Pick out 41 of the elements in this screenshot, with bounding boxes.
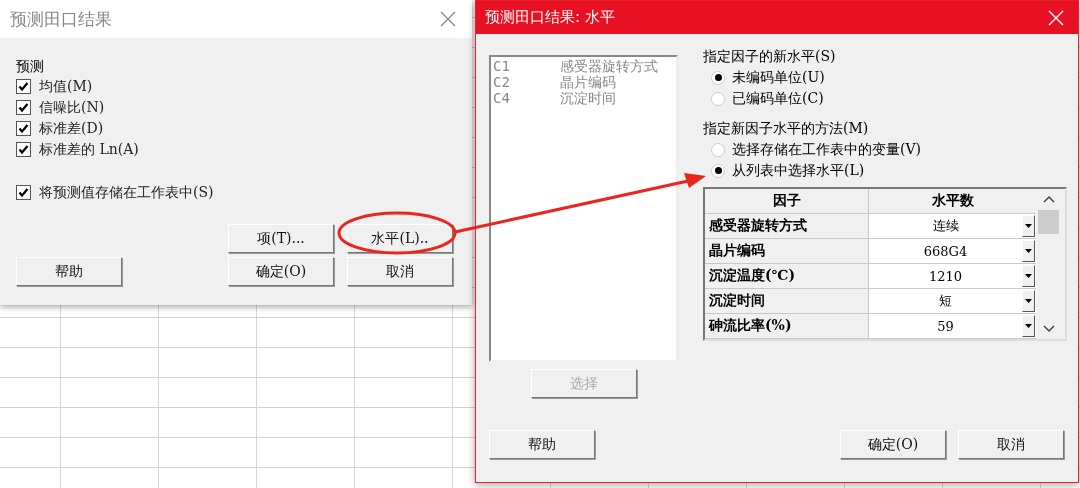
radio-button[interactable] — [711, 142, 725, 157]
level-dropdown[interactable]: 连续 — [869, 214, 1036, 238]
ok-button[interactable]: 确定(O) — [840, 430, 946, 459]
checkbox-label: 标准差(D) — [39, 119, 104, 138]
column-header: 因子 — [705, 189, 869, 213]
level-dropdown[interactable]: 短 — [869, 289, 1036, 313]
checkbox-label: 将预测值存储在工作表中(S) — [39, 183, 214, 202]
scrollbar-thumb[interactable] — [1038, 210, 1059, 234]
group-label: 指定因子的新水平(S) — [703, 47, 837, 66]
window-title: 预测田口结果: 水平 — [485, 8, 616, 27]
cancel-button[interactable]: 取消 — [958, 430, 1064, 459]
checkbox-label: 标准差的 Ln(A) — [39, 140, 139, 159]
ok-button[interactable]: 确定(O) — [228, 257, 334, 286]
radio-button[interactable] — [711, 163, 725, 178]
scroll-down-icon[interactable] — [1042, 325, 1055, 333]
checkbox[interactable] — [16, 79, 31, 94]
help-button[interactable]: 帮助 — [16, 257, 122, 286]
checkbox-label: 信噪比(N) — [39, 98, 105, 117]
group-label: 指定新因子水平的方法(M) — [703, 119, 870, 138]
checkbox[interactable] — [16, 100, 31, 115]
radio-button[interactable] — [711, 91, 725, 106]
level-dropdown[interactable]: 59 — [869, 314, 1036, 338]
checkbox[interactable] — [16, 185, 31, 200]
checkbox[interactable] — [16, 142, 31, 157]
radio-button[interactable] — [711, 70, 725, 85]
window-title: 预测田口结果 — [10, 7, 113, 31]
level-dropdown[interactable]: 668G4 — [869, 239, 1036, 263]
radio-label: 已编码单位(C) — [732, 89, 824, 108]
radio-label: 选择存储在工作表中的变量(V) — [732, 140, 922, 159]
scroll-up-icon[interactable] — [1042, 195, 1055, 203]
column-header: 水平数 — [930, 191, 975, 210]
radio-label: 从列表中选择水平(L) — [732, 161, 865, 180]
cancel-button[interactable]: 取消 — [347, 257, 453, 286]
group-label: 预测 — [16, 57, 45, 76]
checkbox[interactable] — [16, 121, 31, 136]
dialog-button[interactable]: 项(T)... — [228, 224, 334, 253]
help-button[interactable]: 帮助 — [489, 430, 595, 459]
checkbox-label: 均值(M) — [39, 77, 93, 96]
close-icon[interactable] — [440, 11, 456, 27]
level-dropdown[interactable]: 1210 — [869, 264, 1036, 288]
radio-label: 未编码单位(U) — [732, 68, 825, 87]
